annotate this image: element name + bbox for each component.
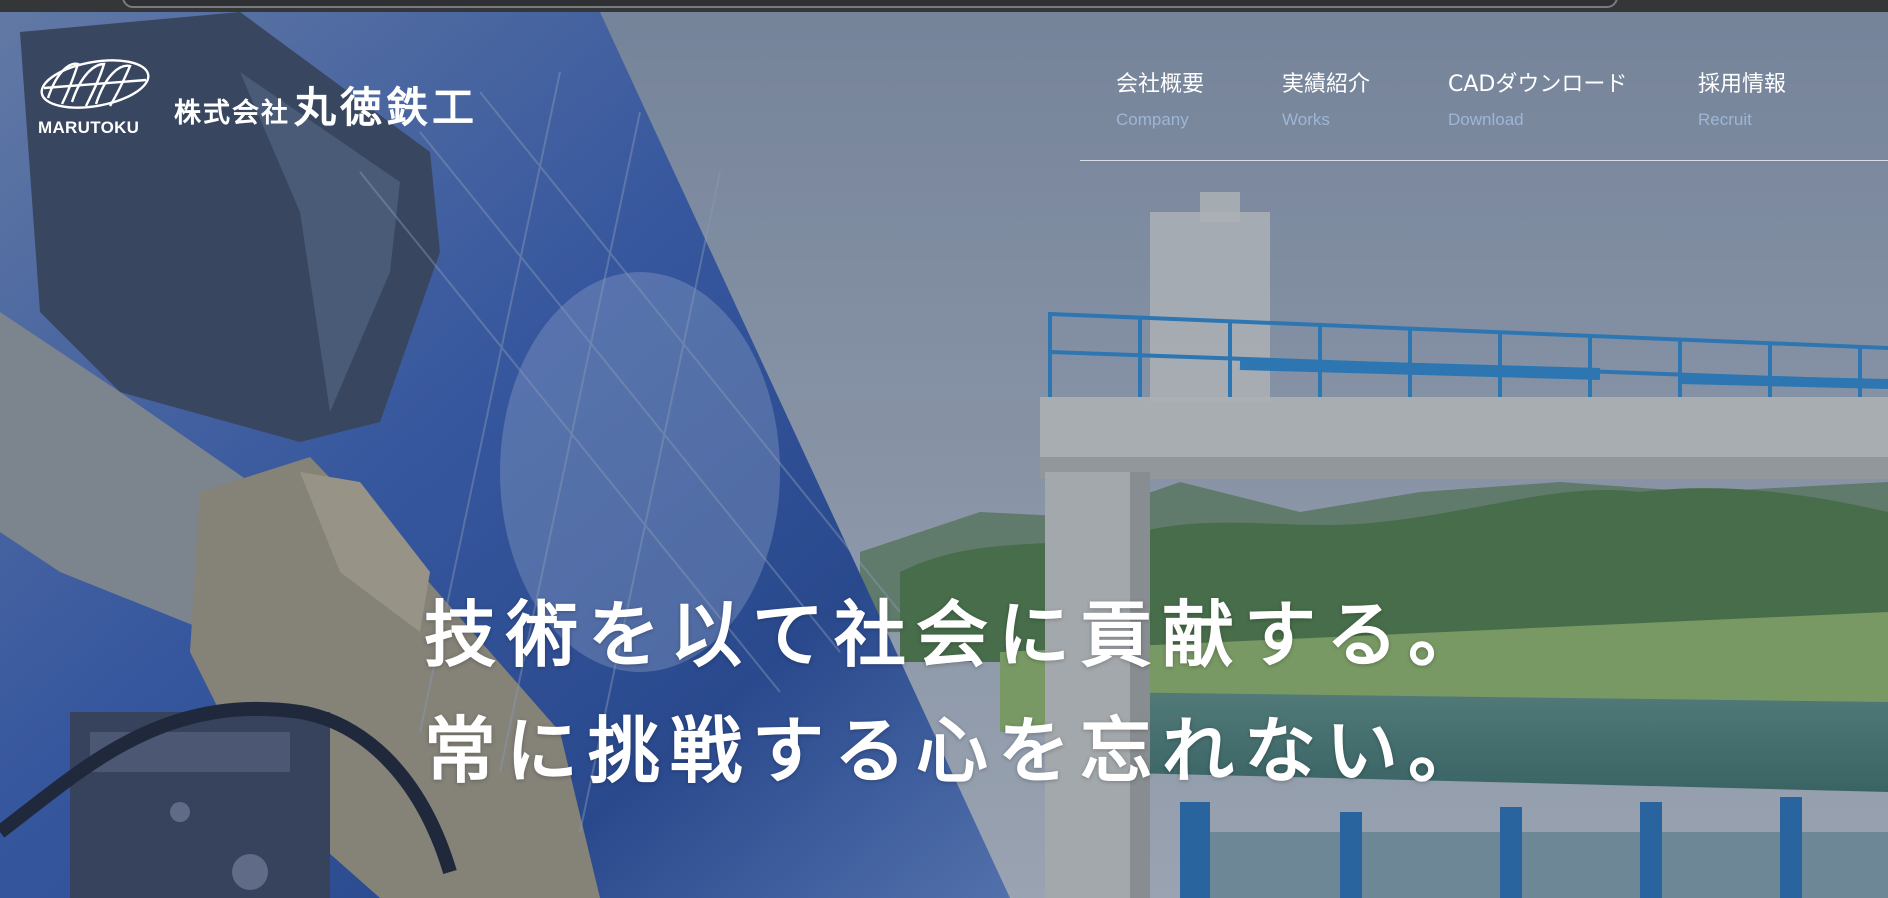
company-name: 株式会社丸徳鉄工 <box>174 74 478 135</box>
nav-item-label: 採用情報 <box>1698 72 1787 97</box>
nav-item-sublabel: Works <box>1282 110 1330 129</box>
browser-top-bar <box>0 0 1888 12</box>
nav-item-download[interactable]: CADダウンロード Download <box>1448 66 1627 130</box>
hero-section: MARUTOKU 株式会社丸徳鉄工 会社概要 Company 実績紹介 Work… <box>0 12 1888 898</box>
company-name-prefix: 株式会社 <box>174 98 290 129</box>
nav-item-company[interactable]: 会社概要 Company <box>1116 66 1204 130</box>
hero-copy-line-1: 技術を以て社会に貢献する。 <box>424 593 1491 677</box>
nav-item-sublabel: Download <box>1448 110 1524 129</box>
site-logo[interactable]: MARUTOKU 株式会社丸徳鉄工 <box>38 48 548 140</box>
company-name-main: 丸徳鉄工 <box>294 83 479 132</box>
marutoku-logo-icon <box>40 59 150 109</box>
logo-text-en: MARUTOKU <box>38 118 140 137</box>
nav-item-sublabel: Company <box>1116 110 1189 129</box>
nav-item-label: CADダウンロード <box>1448 72 1628 97</box>
nav-item-works[interactable]: 実績紹介 Works <box>1282 66 1370 130</box>
nav-item-recruit[interactable]: 採用情報 Recruit <box>1698 66 1786 130</box>
address-bar[interactable] <box>122 0 1618 8</box>
nav-item-sublabel: Recruit <box>1698 110 1752 129</box>
nav-item-label: 実績紹介 <box>1282 72 1371 97</box>
nav-divider <box>1080 160 1888 161</box>
hero-copy-line-2: 常に挑戦する心を忘れない。 <box>424 709 1491 793</box>
hero-copy: 技術を以て社会に貢献する。 常に挑戦する心を忘れない。 <box>424 577 1490 809</box>
nav-item-label: 会社概要 <box>1116 72 1205 97</box>
global-nav: 会社概要 Company 実績紹介 Works CADダウンロード Downlo… <box>1080 52 1888 162</box>
